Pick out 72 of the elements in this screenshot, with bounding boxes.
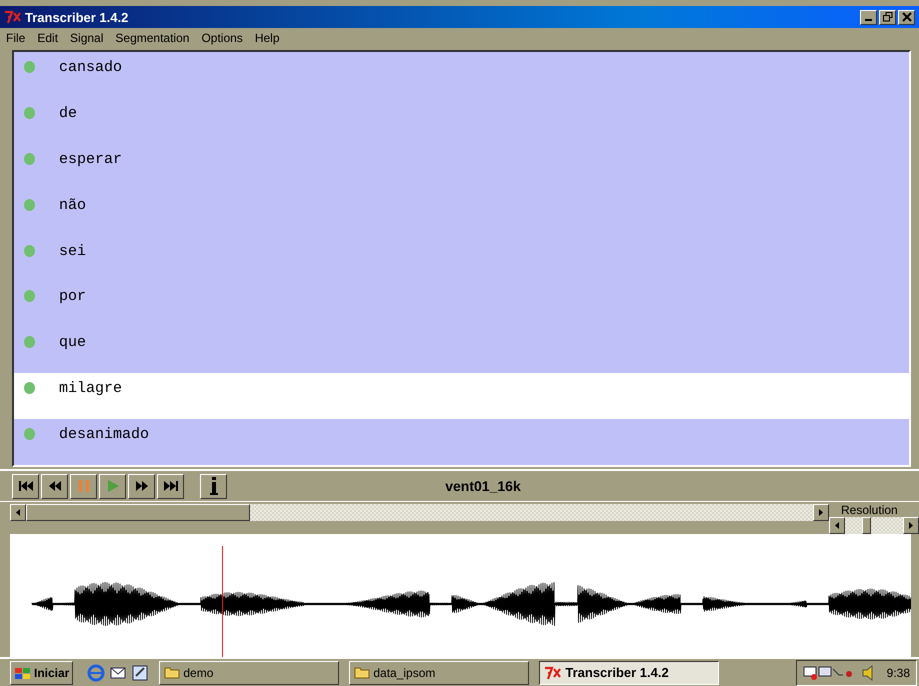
pause-button[interactable] — [70, 474, 97, 498]
resolution-label: Resolution — [841, 503, 898, 517]
taskbar-button[interactable]: demo — [159, 660, 340, 684]
close-icon — [902, 12, 912, 22]
segment-text: sei — [59, 242, 86, 260]
info-button[interactable] — [200, 474, 227, 498]
scroll-left-icon[interactable] — [10, 504, 26, 521]
file-name: vent01_16k — [444, 478, 522, 494]
segment-text: cansado — [59, 59, 122, 76]
resolution-slider[interactable] — [845, 517, 903, 534]
taskbar-button[interactable]: data_ipsom — [349, 660, 530, 684]
segment-text: que — [59, 334, 86, 352]
horizontal-scrollbar[interactable] — [10, 504, 829, 521]
skip-start-icon — [18, 480, 34, 492]
segment-marker-icon — [24, 244, 35, 257]
app-logo-icon — [4, 10, 22, 24]
segment-text: esperar — [59, 150, 122, 168]
menu-item[interactable]: File — [6, 31, 26, 45]
segment-text: de — [59, 104, 78, 122]
fast-forward-icon — [134, 480, 150, 492]
segment-text: por — [59, 288, 86, 306]
first-button[interactable] — [12, 474, 39, 498]
segment-marker-icon — [24, 382, 35, 394]
folder-icon — [164, 666, 180, 679]
menu-item[interactable]: Options — [201, 31, 243, 45]
menu-item[interactable]: Edit — [37, 31, 58, 45]
segment-marker-icon — [24, 336, 35, 348]
segment-row[interactable]: de — [14, 98, 909, 144]
menu-item[interactable]: Help — [254, 31, 280, 45]
last-button[interactable] — [157, 474, 184, 498]
segment-text: milagre — [59, 380, 122, 398]
segment-row[interactable]: por — [14, 281, 909, 328]
segment-marker-icon — [24, 106, 35, 119]
segment-text: desanimado — [59, 426, 150, 444]
skip-end-icon — [162, 480, 178, 492]
slider-right-icon[interactable] — [903, 517, 919, 534]
folder-icon — [354, 666, 370, 679]
start-button[interactable]: Iniciar — [10, 660, 74, 684]
minimize-button[interactable] — [860, 10, 877, 24]
menu-item[interactable]: Signal — [70, 31, 104, 45]
app-logo-icon — [544, 666, 562, 680]
segment-row[interactable]: cansado — [14, 52, 909, 98]
segment-row[interactable]: esperar — [14, 144, 909, 190]
segment-row[interactable]: milagre — [14, 373, 909, 420]
clock: 9:38 — [886, 666, 910, 680]
taskbar-button[interactable]: Transcriber 1.4.2 — [539, 660, 720, 684]
minimize-icon — [865, 19, 872, 21]
segment-marker-icon — [24, 152, 35, 165]
scroll-thumb[interactable] — [26, 504, 250, 521]
segment-row[interactable]: que — [14, 327, 909, 374]
rewind-button[interactable] — [41, 474, 68, 498]
fast-forward-button[interactable] — [128, 474, 155, 498]
rewind-icon — [46, 480, 62, 492]
close-button[interactable] — [898, 10, 915, 24]
segment-row[interactable]: desanimado — [14, 419, 909, 466]
segment-row[interactable]: não — [14, 190, 909, 236]
restore-icon — [882, 12, 892, 22]
segment-row[interactable]: sei — [14, 236, 909, 282]
segment-text: não — [59, 196, 86, 214]
window-title: Transcriber 1.4.2 — [25, 10, 130, 24]
notepad-icon[interactable] — [131, 664, 150, 682]
segment-marker-icon — [24, 428, 35, 440]
segment-marker-icon — [24, 61, 35, 73]
restore-button[interactable] — [879, 10, 896, 24]
info-icon — [208, 476, 220, 496]
windows-logo-icon — [14, 666, 32, 680]
segment-marker-icon — [24, 198, 35, 211]
segment-marker-icon — [24, 290, 35, 302]
scroll-right-icon[interactable] — [813, 504, 829, 521]
menu-item[interactable]: Segmentation — [115, 31, 190, 45]
slider-left-icon[interactable] — [829, 517, 845, 534]
play-button[interactable] — [99, 474, 126, 498]
